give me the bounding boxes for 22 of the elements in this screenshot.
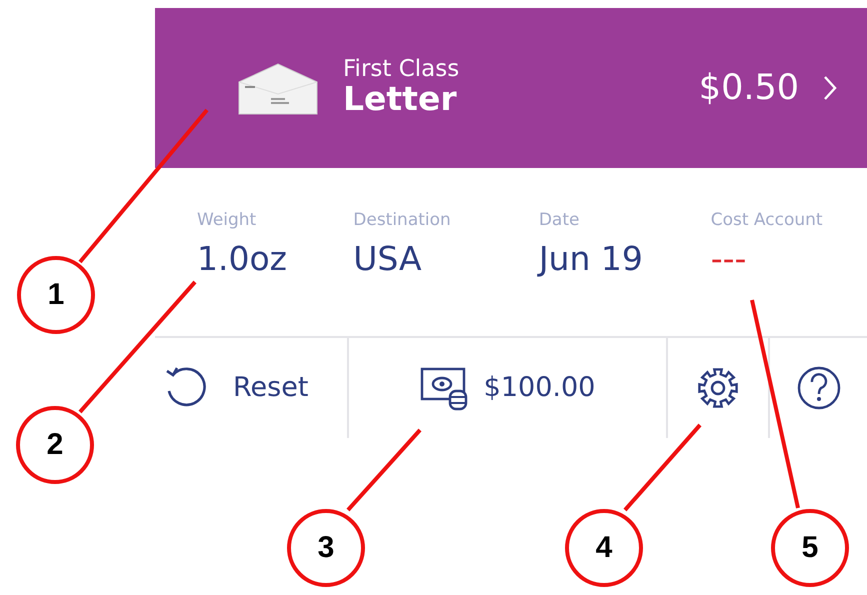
field-label: Destination bbox=[353, 209, 452, 232]
field-label: Cost Account bbox=[710, 209, 824, 232]
field-value[interactable]: --- bbox=[710, 234, 867, 283]
mail-type: Letter bbox=[343, 81, 458, 118]
callout-marker: 4 bbox=[565, 509, 643, 587]
callout-marker: 2 bbox=[16, 406, 94, 484]
price: $0.50 bbox=[698, 66, 799, 110]
money-icon bbox=[420, 365, 468, 411]
callout-marker: 1 bbox=[17, 256, 95, 334]
callout-marker: 3 bbox=[287, 509, 365, 587]
chevron-right-icon bbox=[823, 75, 837, 101]
callout-marker: 5 bbox=[771, 509, 849, 587]
field-value[interactable]: Jun 19 bbox=[538, 234, 711, 283]
field-label: Weight bbox=[197, 209, 258, 232]
balance-button[interactable]: $100.00 bbox=[420, 365, 596, 411]
help-icon[interactable] bbox=[796, 365, 842, 411]
settings-icon[interactable] bbox=[695, 365, 741, 411]
service-class: First Class bbox=[343, 58, 460, 82]
field-value[interactable]: 1.0oz bbox=[197, 234, 354, 283]
field-label: Date bbox=[538, 209, 580, 232]
reset-button[interactable]: Reset bbox=[163, 365, 308, 411]
service-banner[interactable]: First Class Letter $0.50 bbox=[155, 8, 867, 168]
